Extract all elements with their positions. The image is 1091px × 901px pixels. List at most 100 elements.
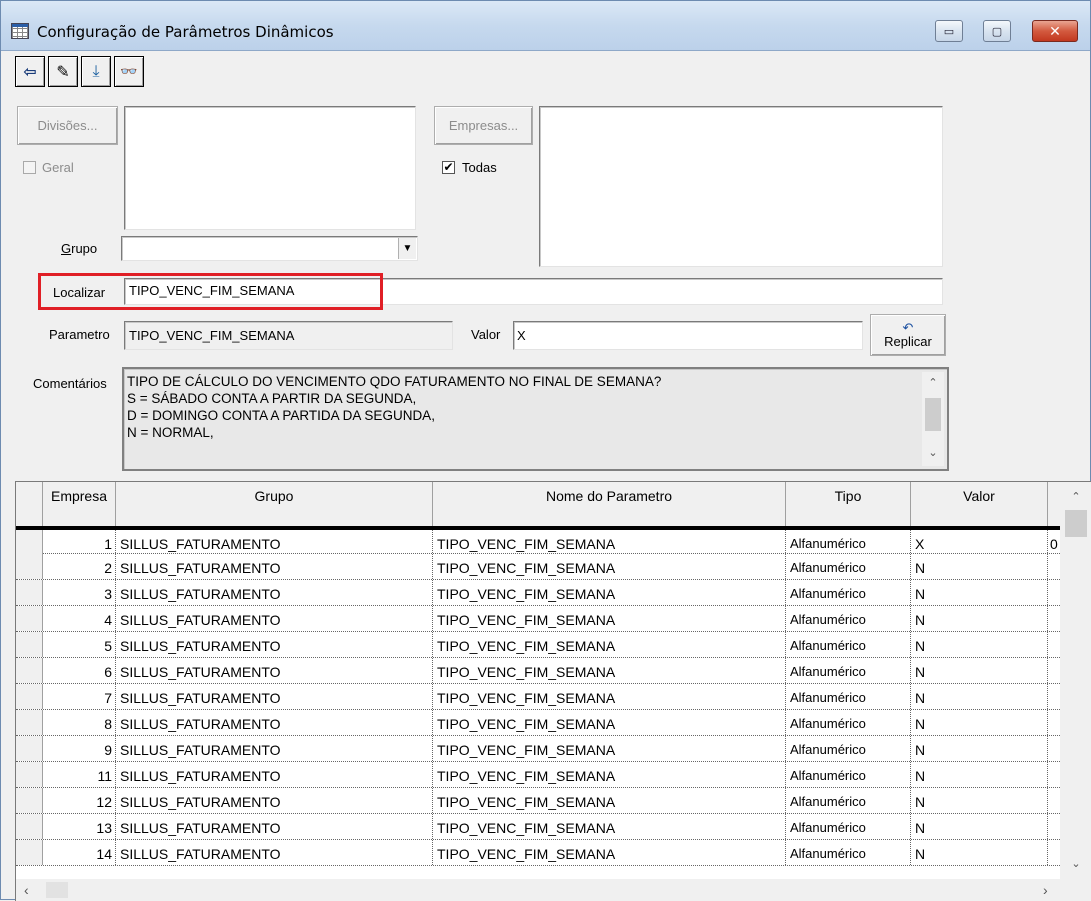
cell-grupo[interactable]: SILLUS_FATURAMENTO	[116, 788, 433, 813]
cell-empresa[interactable]: 14	[43, 840, 116, 865]
row-indicator[interactable]	[16, 788, 43, 813]
cell-empresa[interactable]: 8	[43, 710, 116, 735]
valor-input[interactable]: X	[513, 321, 863, 350]
cell-empresa[interactable]: 9	[43, 736, 116, 761]
scroll-thumb[interactable]	[925, 398, 941, 431]
cell-extra[interactable]	[1048, 554, 1060, 579]
cell-nome-parametro[interactable]: TIPO_VENC_FIM_SEMANA	[433, 788, 786, 813]
cell-empresa[interactable]: 4	[43, 606, 116, 631]
cell-empresa[interactable]: 11	[43, 762, 116, 787]
clear-button[interactable]: ✎	[48, 56, 78, 87]
table-row[interactable]: 2 SILLUS_FATURAMENTO TIPO_VENC_FIM_SEMANA A…	[16, 554, 1060, 580]
cell-extra[interactable]	[1048, 710, 1060, 735]
scroll-up-icon[interactable]: ⌃	[922, 376, 944, 394]
cell-valor[interactable]: N	[911, 814, 1048, 839]
cell-grupo[interactable]: SILLUS_FATURAMENTO	[116, 606, 433, 631]
cell-valor[interactable]: N	[911, 658, 1048, 683]
cell-nome-parametro[interactable]: TIPO_VENC_FIM_SEMANA	[433, 684, 786, 709]
cell-valor[interactable]: N	[911, 606, 1048, 631]
cell-nome-parametro[interactable]: TIPO_VENC_FIM_SEMANA	[433, 606, 786, 631]
scroll-right-icon[interactable]: ›	[1043, 882, 1048, 898]
cell-extra[interactable]	[1048, 814, 1060, 839]
scroll-down-icon[interactable]: ⌄	[922, 446, 944, 464]
geral-checkbox[interactable]	[23, 161, 36, 174]
cell-grupo[interactable]: SILLUS_FATURAMENTO	[116, 762, 433, 787]
table-row[interactable]: 1 SILLUS_FATURAMENTO TIPO_VENC_FIM_SEMANA A…	[16, 528, 1060, 555]
cell-extra[interactable]	[1048, 788, 1060, 813]
comentarios-textarea[interactable]: TIPO DE CÁLCULO DO VENCIMENTO QDO FATURA…	[122, 367, 949, 471]
comentarios-scrollbar[interactable]: ⌃ ⌄	[922, 372, 944, 466]
cell-empresa[interactable]: 2	[43, 554, 116, 579]
table-row[interactable]: 8 SILLUS_FATURAMENTO TIPO_VENC_FIM_SEMANA A…	[16, 710, 1060, 736]
row-indicator[interactable]	[16, 840, 43, 865]
cell-valor[interactable]: N	[911, 632, 1048, 657]
cell-extra[interactable]	[1048, 658, 1060, 683]
row-indicator[interactable]	[16, 814, 43, 839]
row-indicator[interactable]	[16, 632, 43, 657]
cell-valor[interactable]: N	[911, 554, 1048, 579]
header-tipo[interactable]: Tipo	[786, 482, 911, 526]
cell-empresa[interactable]: 13	[43, 814, 116, 839]
cell-tipo[interactable]: Alfanumérico	[786, 554, 911, 579]
table-row[interactable]: 14 SILLUS_FATURAMENTO TIPO_VENC_FIM_SEMANA…	[16, 840, 1060, 866]
maximize-button[interactable]: ▢	[983, 20, 1011, 42]
cell-grupo[interactable]: SILLUS_FATURAMENTO	[116, 736, 433, 761]
cell-tipo[interactable]: Alfanumérico	[786, 814, 911, 839]
empresas-button[interactable]: Empresas...	[434, 106, 533, 145]
cell-nome-parametro[interactable]: TIPO_VENC_FIM_SEMANA	[433, 840, 786, 865]
cell-empresa[interactable]: 3	[43, 580, 116, 605]
cell-extra[interactable]	[1048, 840, 1060, 865]
close-button[interactable]: ✕	[1032, 20, 1078, 42]
cell-valor[interactable]: N	[911, 788, 1048, 813]
grid-horizontal-scrollbar[interactable]: ‹ ›	[16, 879, 1091, 901]
exit-button[interactable]: ⇦	[15, 56, 45, 87]
cell-grupo[interactable]: SILLUS_FATURAMENTO	[116, 554, 433, 579]
todas-checkbox[interactable]: ✔	[442, 161, 455, 174]
cell-grupo[interactable]: SILLUS_FATURAMENTO	[116, 530, 433, 555]
save-button[interactable]: ⤓	[81, 56, 111, 87]
grid-vertical-scrollbar[interactable]: ⌃ ⌄	[1060, 482, 1091, 879]
cell-nome-parametro[interactable]: TIPO_VENC_FIM_SEMANA	[433, 530, 786, 555]
cell-grupo[interactable]: SILLUS_FATURAMENTO	[116, 840, 433, 865]
scroll-left-icon[interactable]: ‹	[24, 882, 29, 898]
cell-valor[interactable]: N	[911, 684, 1048, 709]
cell-tipo[interactable]: Alfanumérico	[786, 788, 911, 813]
divisoes-button[interactable]: Divisões...	[17, 106, 118, 145]
localizar-input[interactable]: TIPO_VENC_FIM_SEMANA	[124, 278, 943, 305]
cell-empresa[interactable]: 6	[43, 658, 116, 683]
cell-empresa[interactable]: 12	[43, 788, 116, 813]
cell-valor[interactable]: N	[911, 840, 1048, 865]
title-bar[interactable]: Configuração de Parâmetros Dinâmicos ▭ ▢…	[1, 1, 1090, 51]
cell-nome-parametro[interactable]: TIPO_VENC_FIM_SEMANA	[433, 762, 786, 787]
cell-nome-parametro[interactable]: TIPO_VENC_FIM_SEMANA	[433, 580, 786, 605]
cell-tipo[interactable]: Alfanumérico	[786, 710, 911, 735]
row-indicator[interactable]	[16, 554, 43, 579]
cell-tipo[interactable]: Alfanumérico	[786, 684, 911, 709]
row-indicator[interactable]	[16, 580, 43, 605]
minimize-button[interactable]: ▭	[935, 20, 963, 42]
header-nome-parametro[interactable]: Nome do Parametro	[433, 482, 786, 526]
divisoes-list[interactable]	[124, 106, 416, 230]
table-row[interactable]: 12 SILLUS_FATURAMENTO TIPO_VENC_FIM_SEMANA…	[16, 788, 1060, 814]
table-row[interactable]: 6 SILLUS_FATURAMENTO TIPO_VENC_FIM_SEMANA A…	[16, 658, 1060, 684]
row-indicator[interactable]	[16, 762, 43, 787]
empresas-list[interactable]	[539, 106, 943, 267]
cell-nome-parametro[interactable]: TIPO_VENC_FIM_SEMANA	[433, 814, 786, 839]
cell-valor[interactable]: N	[911, 580, 1048, 605]
table-row[interactable]: 4 SILLUS_FATURAMENTO TIPO_VENC_FIM_SEMANA A…	[16, 606, 1060, 632]
scroll-thumb[interactable]	[1065, 510, 1087, 537]
cell-grupo[interactable]: SILLUS_FATURAMENTO	[116, 580, 433, 605]
row-indicator[interactable]	[16, 658, 43, 683]
cell-tipo[interactable]: Alfanumérico	[786, 580, 911, 605]
cell-valor[interactable]: N	[911, 710, 1048, 735]
cell-tipo[interactable]: Alfanumérico	[786, 530, 911, 555]
dropdown-button[interactable]: ▼	[398, 238, 416, 259]
table-row[interactable]: 3 SILLUS_FATURAMENTO TIPO_VENC_FIM_SEMANA A…	[16, 580, 1060, 606]
cell-grupo[interactable]: SILLUS_FATURAMENTO	[116, 814, 433, 839]
scroll-up-icon[interactable]: ⌃	[1065, 490, 1087, 508]
scroll-down-icon[interactable]: ⌄	[1065, 857, 1087, 875]
cell-nome-parametro[interactable]: TIPO_VENC_FIM_SEMANA	[433, 736, 786, 761]
cell-valor[interactable]: N	[911, 736, 1048, 761]
cell-extra[interactable]	[1048, 632, 1060, 657]
cell-nome-parametro[interactable]: TIPO_VENC_FIM_SEMANA	[433, 658, 786, 683]
